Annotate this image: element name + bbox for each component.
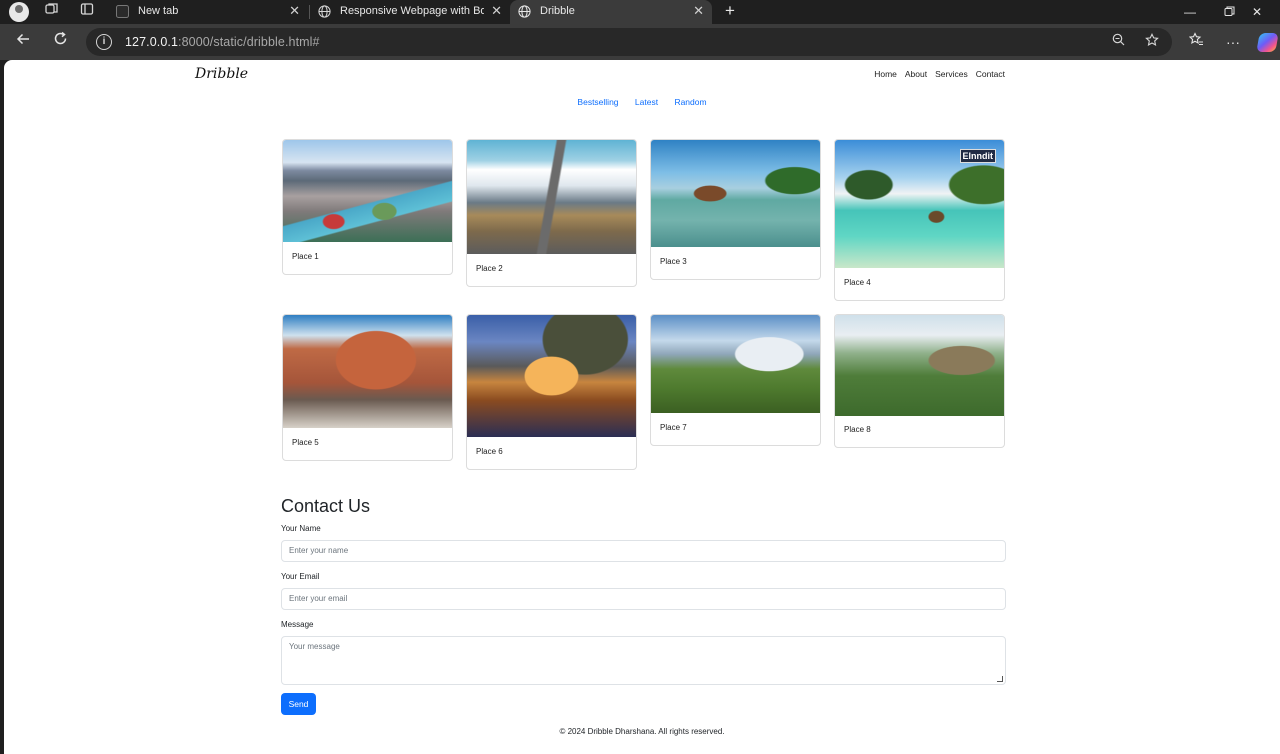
favorite-star-icon[interactable] [1143,33,1161,51]
name-label: Your Name [281,524,321,533]
close-icon[interactable]: ✕ [693,0,704,22]
tab-actions-icon[interactable] [77,2,97,22]
nav-link-contact[interactable]: Contact [976,69,1005,79]
url-text[interactable]: 127.0.0.1:8000/static/dribble.html# [125,28,320,56]
name-input[interactable]: Enter your name [281,540,1006,562]
send-button[interactable]: Send [281,693,316,715]
place-card[interactable]: Elnndit Place 4 [834,139,1005,301]
filter-latest[interactable]: Latest [635,97,658,107]
nav-link-about[interactable]: About [905,69,927,79]
place-image [283,140,452,242]
email-input[interactable]: Enter your email [281,588,1006,610]
place-image [283,315,452,428]
email-label: Your Email [281,572,320,581]
tab-dribble[interactable]: Dribble ✕ [510,0,712,24]
message-placeholder: Your message [289,642,340,651]
globe-icon [318,5,331,18]
place-title: Place 4 [844,278,871,287]
place-image [835,315,1004,416]
browser-toolbar: i 127.0.0.1:8000/static/dribble.html# ··… [0,24,1280,60]
close-window-button[interactable]: ✕ [1234,0,1280,24]
more-menu-icon[interactable]: ··· [1223,32,1243,52]
message-label: Message [281,620,314,629]
place-card[interactable]: Place 2 [466,139,637,287]
place-card[interactable]: Place 3 [650,139,821,280]
place-title: Place 8 [844,425,871,434]
tab-title: Responsive Webpage with Bootst [340,5,484,17]
place-image [651,140,820,247]
zoom-icon[interactable] [1109,33,1127,51]
site-info-icon[interactable]: i [96,34,112,50]
filter-bestselling[interactable]: Bestselling [577,97,618,107]
top-navigation: Home About Services Contact [874,69,1005,79]
place-card[interactable]: Place 6 [466,314,637,470]
tab-strip: New tab ✕ Responsive Webpage with Bootst… [0,0,1280,24]
favorites-icon[interactable] [1186,32,1206,52]
place-title: Place 2 [476,264,503,273]
place-image [467,315,636,437]
globe-icon [518,5,531,18]
address-bar[interactable]: i 127.0.0.1:8000/static/dribble.html# [86,28,1172,56]
new-tab-button[interactable]: + [720,0,740,24]
close-icon[interactable]: ✕ [289,0,300,22]
place-card[interactable]: Place 1 [282,139,453,275]
nav-link-home[interactable]: Home [874,69,897,79]
place-title: Place 7 [660,423,687,432]
place-image [467,140,636,254]
nav-link-services[interactable]: Services [935,69,968,79]
back-arrow-icon[interactable] [12,31,34,53]
place-title: Place 6 [476,447,503,456]
copilot-icon[interactable] [1256,33,1279,52]
tab-title: Dribble [540,5,575,17]
close-icon[interactable]: ✕ [491,0,502,22]
filter-random[interactable]: Random [674,97,706,107]
refresh-icon[interactable] [49,31,71,53]
place-title: Place 3 [660,257,687,266]
place-title: Place 5 [292,438,319,447]
page-viewport: Dribble Home About Services Contact Best… [4,60,1280,754]
place-card[interactable]: Place 8 [834,314,1005,448]
contact-heading: Contact Us [281,496,371,516]
image-watermark: Elnndit [959,149,996,163]
place-image [651,315,820,413]
tab-new-tab[interactable]: New tab ✕ [108,0,308,24]
workspaces-icon[interactable] [42,2,62,22]
resize-handle-icon[interactable] [997,676,1003,682]
message-textarea[interactable]: Your message [281,636,1006,685]
profile-avatar[interactable] [9,2,29,22]
new-tab-page-icon [116,5,129,18]
tab-bootstrap[interactable]: Responsive Webpage with Bootst ✕ [310,0,510,24]
footer-copyright: © 2024 Dribble Dharshana. All rights res… [559,727,725,736]
brand-logo[interactable]: Dribble [195,66,248,82]
tab-title: New tab [138,5,179,17]
place-card[interactable]: Place 7 [650,314,821,446]
place-card[interactable]: Place 5 [282,314,453,461]
place-title: Place 1 [292,252,319,261]
filter-links: Bestselling Latest Random [4,97,1280,107]
